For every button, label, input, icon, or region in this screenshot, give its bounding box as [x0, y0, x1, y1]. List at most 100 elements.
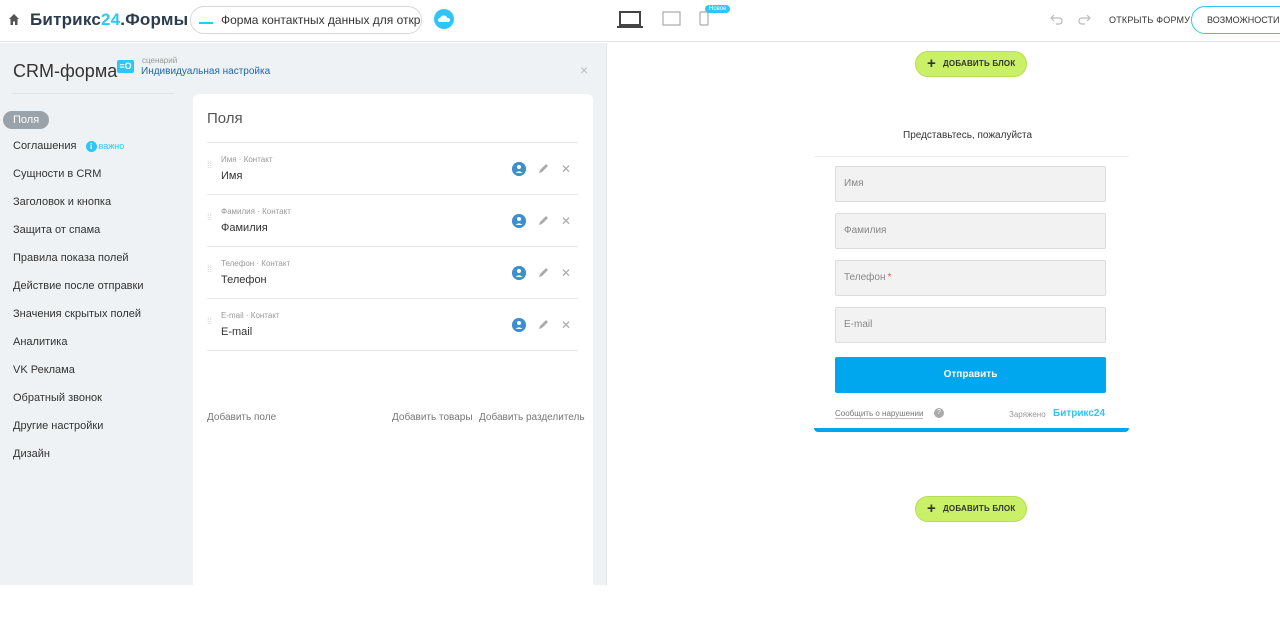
charged-by-label: Заряжено — [1009, 410, 1046, 419]
nav-item-spam-protection[interactable]: Защита от спама — [13, 224, 100, 236]
delete-icon[interactable]: ✕ — [561, 267, 571, 279]
field-binding-icon[interactable] — [512, 266, 526, 280]
important-label: важно — [98, 141, 125, 151]
add-separator-link[interactable]: Добавить разделитель — [479, 412, 585, 423]
add-field-link[interactable]: Добавить поле — [207, 412, 276, 423]
nav-item-hidden-fields[interactable]: Значения скрытых полей — [13, 308, 141, 320]
info-icon: i — [85, 141, 97, 152]
lastname-input[interactable]: Фамилия — [835, 213, 1106, 249]
drag-handle-icon[interactable]: ⁞⁞ — [207, 317, 212, 329]
phone-icon[interactable] — [699, 11, 709, 26]
required-marker: * — [887, 272, 892, 283]
delete-icon[interactable]: ✕ — [561, 215, 571, 227]
logo-suffix: .Формы — [120, 10, 189, 29]
nav-item-agreements[interactable]: Соглашения i важно — [13, 140, 124, 152]
panel-title: CRM-форма — [13, 61, 118, 81]
field-name: Имя — [221, 170, 243, 182]
drag-handle-icon[interactable]: ⁞⁞ — [207, 265, 212, 277]
nav-item-design[interactable]: Дизайн — [13, 448, 50, 460]
nav-item-label: Соглашения — [13, 140, 77, 152]
input-placeholder: Телефон — [844, 272, 886, 283]
phone-input[interactable]: Телефон * — [835, 260, 1106, 296]
field-row[interactable]: ⁞⁞ Имя · Контакт Имя ✕ — [207, 144, 578, 194]
form-heading: Представьтесь, пожалуйста — [903, 130, 1033, 141]
delete-icon[interactable]: ✕ — [561, 163, 571, 175]
field-caption: Телефон · Контакт — [221, 259, 291, 268]
field-name: Телефон — [221, 274, 267, 286]
divider — [207, 350, 578, 351]
field-binding-icon[interactable] — [512, 318, 526, 332]
email-input[interactable]: E-mail — [835, 307, 1106, 343]
divider — [207, 142, 578, 143]
nav-item-crm-entities[interactable]: Сущности в CRM — [13, 168, 101, 180]
close-icon[interactable]: × — [580, 62, 588, 78]
scenario-value[interactable]: Индивидуальная настройка — [141, 66, 270, 77]
input-placeholder: Фамилия — [844, 225, 887, 236]
nav-item-after-submit[interactable]: Действие после отправки — [13, 280, 144, 292]
nav-item-field-rules[interactable]: Правила показа полей — [13, 252, 129, 264]
logo-text: Битрикс — [30, 10, 101, 29]
divider — [207, 246, 578, 247]
field-caption: E-mail · Контакт — [221, 311, 280, 320]
edit-icon[interactable] — [538, 163, 549, 174]
form-preview: + ДОБАВИТЬ БЛОК Представьтесь, пожалуйст… — [606, 43, 1280, 585]
divider — [207, 298, 578, 299]
drag-handle-icon[interactable]: ⁞⁞ — [207, 213, 212, 225]
top-bar: Битрикс24.Формы Форма контактных данных … — [0, 0, 1280, 42]
report-violation-link[interactable]: Сообщить о нарушении — [835, 409, 924, 419]
add-block-button[interactable]: + ДОБАВИТЬ БЛОК — [915, 51, 1027, 77]
name-input[interactable]: Имя — [835, 166, 1106, 202]
plus-icon: + — [927, 500, 936, 517]
open-form-link[interactable]: ОТКРЫТЬ ФОРМУ — [1109, 15, 1190, 25]
add-block-label: ДОБАВИТЬ БЛОК — [943, 504, 1016, 513]
home-icon[interactable] — [8, 13, 20, 27]
scenario-icon[interactable]: ≡O — [117, 60, 134, 73]
delete-icon[interactable]: ✕ — [561, 319, 571, 331]
form-icon — [199, 16, 213, 24]
input-placeholder: E-mail — [844, 319, 873, 330]
nav-item-fields[interactable]: Поля — [3, 111, 50, 129]
undo-icon[interactable] — [1050, 13, 1064, 25]
nav-item-vk-ads[interactable]: VK Реклама — [13, 364, 75, 376]
brand-logo[interactable]: Битрикс24 — [1053, 408, 1105, 419]
app-logo[interactable]: Битрикс24.Формы — [30, 10, 188, 30]
form-bottom-bar — [814, 428, 1129, 432]
submit-button[interactable]: Отправить — [835, 357, 1106, 393]
field-binding-icon[interactable] — [512, 214, 526, 228]
nav-item-callback[interactable]: Обратный звонок — [13, 392, 102, 404]
plus-icon: + — [927, 55, 936, 72]
form-divider — [814, 156, 1129, 157]
edit-icon[interactable] — [538, 267, 549, 278]
nav-item-header-button[interactable]: Заголовок и кнопка — [13, 196, 111, 208]
field-caption: Имя · Контакт — [221, 155, 273, 164]
field-binding-icon[interactable] — [512, 162, 526, 176]
tablet-icon[interactable] — [662, 11, 681, 26]
nav-item-analytics[interactable]: Аналитика — [13, 336, 67, 348]
laptop-icon[interactable] — [617, 11, 643, 29]
field-row[interactable]: ⁞⁞ E-mail · Контакт E-mail ✕ — [207, 300, 578, 350]
add-block-button[interactable]: + ДОБАВИТЬ БЛОК — [915, 496, 1027, 522]
features-button[interactable]: ВОЗМОЖНОСТИ ФОРМ — [1191, 6, 1280, 34]
form-title-selector[interactable]: Форма контактных данных для открыт... — [190, 6, 422, 34]
redo-icon[interactable] — [1077, 13, 1091, 25]
important-badge[interactable]: i важно — [85, 141, 125, 152]
input-placeholder: Имя — [844, 178, 864, 189]
logo-number: 24 — [100, 10, 121, 29]
settings-panel: CRM-форма ≡O сценарий Индивидуальная нас… — [0, 43, 606, 628]
divider — [207, 194, 578, 195]
field-row[interactable]: ⁞⁞ Фамилия · Контакт Фамилия ✕ — [207, 196, 578, 246]
new-badge: Новое — [705, 5, 731, 13]
help-icon[interactable]: ? — [934, 408, 944, 418]
panel-divider — [12, 93, 174, 94]
drag-handle-icon[interactable]: ⁞⁞ — [207, 161, 212, 173]
edit-icon[interactable] — [538, 319, 549, 330]
add-products-link[interactable]: Добавить товары — [392, 412, 473, 423]
form-title-text: Форма контактных данных для открыт... — [221, 13, 422, 27]
field-name: E-mail — [221, 326, 253, 338]
scenario-caption: сценарий — [142, 56, 178, 65]
field-row[interactable]: ⁞⁞ Телефон · Контакт Телефон ✕ — [207, 248, 578, 298]
edit-icon[interactable] — [538, 215, 549, 226]
nav-item-other-settings[interactable]: Другие настройки — [13, 420, 103, 432]
fields-card: Поля ⁞⁞ Имя · Контакт Имя ✕ ⁞⁞ Фамилия ·… — [193, 94, 593, 628]
cloud-icon[interactable] — [434, 9, 454, 29]
